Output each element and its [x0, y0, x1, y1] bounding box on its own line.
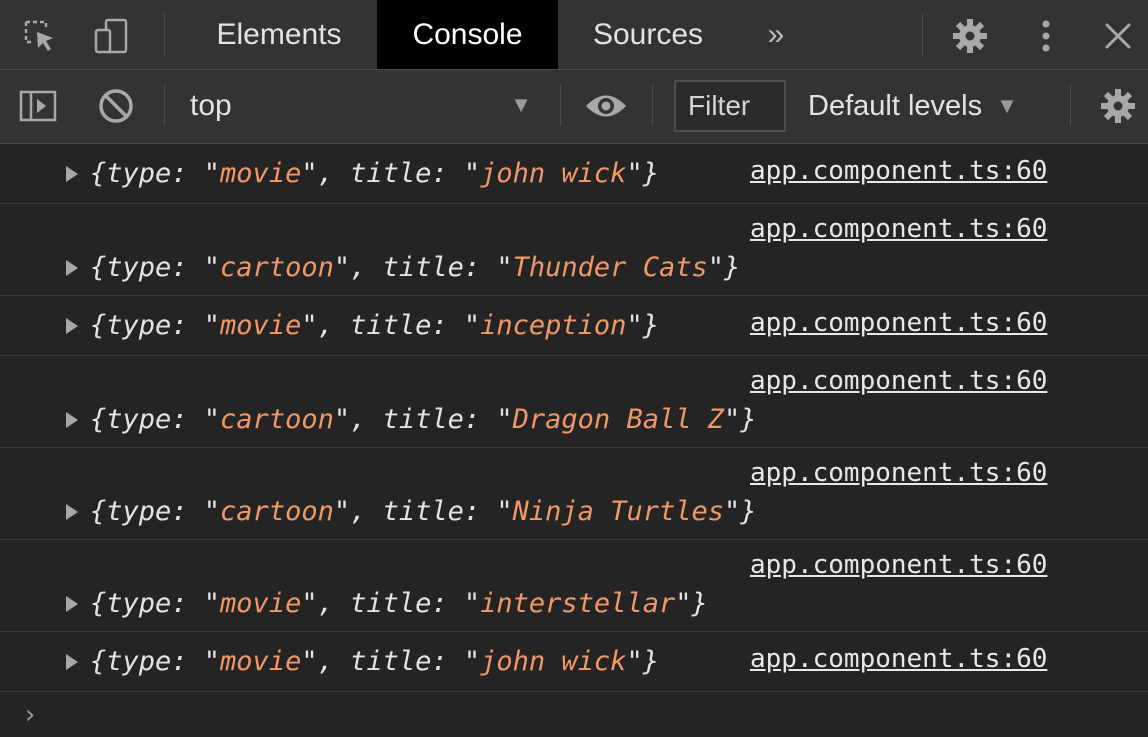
- object-title-value: Thunder Cats: [512, 252, 708, 283]
- object-title-value: inception: [480, 310, 627, 341]
- vertical-dots-icon[interactable]: [1024, 14, 1068, 58]
- chevron-down-icon: ▼: [996, 93, 1018, 118]
- console-prompt[interactable]: ›: [22, 700, 38, 730]
- object-type-value: movie: [220, 588, 302, 619]
- source-link[interactable]: app.component.ts:60: [750, 550, 1047, 580]
- object-punctuation: ", title: ": [333, 404, 513, 435]
- logged-object[interactable]: {type: " cartoon ", title: " Thunder Cats "}: [66, 252, 740, 283]
- logged-object[interactable]: {type: " cartoon ", title: " Ninja Turtles "…: [66, 496, 757, 527]
- object-title-value: john wick: [480, 158, 627, 189]
- tab-bar-divider: [164, 14, 165, 56]
- log-levels-label: Default levels: [808, 89, 983, 122]
- gear-icon[interactable]: [948, 14, 992, 58]
- toolbar-divider: [164, 84, 165, 126]
- object-title-value: Ninja Turtles: [512, 496, 724, 527]
- console-message[interactable]: {type: " movie ", title: " interstellar "} ap…: [0, 540, 1148, 632]
- tab-bar-divider: [922, 14, 923, 56]
- tab-elements[interactable]: Elements: [190, 0, 368, 69]
- devtools-window: Elements Console Sources » top ▼ Filter …: [0, 0, 1148, 737]
- filter-placeholder: Filter: [688, 90, 751, 121]
- devtools-tab-bar: Elements Console Sources »: [0, 0, 1148, 70]
- logged-object[interactable]: {type: " cartoon ", title: " Dragon Ball Z "…: [66, 404, 757, 435]
- console-message[interactable]: {type: " movie ", title: " inception "} app.c…: [0, 296, 1148, 356]
- clear-console-icon[interactable]: [94, 84, 138, 128]
- source-link[interactable]: app.component.ts:60: [750, 644, 1047, 674]
- object-type-value: cartoon: [220, 404, 334, 435]
- console-messages: {type: " movie ", title: " john wick "} app.c…: [0, 144, 1148, 692]
- object-punctuation: "}: [723, 404, 757, 435]
- object-punctuation: {type: ": [90, 310, 221, 341]
- expand-triangle-icon[interactable]: [66, 317, 78, 334]
- object-punctuation: {type: ": [90, 646, 221, 677]
- show-sidebar-icon[interactable]: [16, 84, 60, 128]
- object-punctuation: ", title: ": [301, 588, 481, 619]
- expand-triangle-icon[interactable]: [66, 259, 78, 276]
- console-message[interactable]: {type: " movie ", title: " john wick "} app.c…: [0, 632, 1148, 692]
- source-link[interactable]: app.component.ts:60: [750, 308, 1047, 338]
- inspect-element-icon[interactable]: [18, 14, 62, 58]
- toolbar-divider: [560, 84, 561, 126]
- object-punctuation: ", title: ": [301, 646, 481, 677]
- expand-triangle-icon[interactable]: [66, 595, 78, 612]
- chevron-down-icon: ▼: [510, 92, 532, 117]
- object-punctuation: ", title: ": [333, 252, 513, 283]
- tab-console[interactable]: Console: [377, 0, 558, 69]
- object-punctuation: {type: ": [90, 588, 221, 619]
- expand-triangle-icon[interactable]: [66, 653, 78, 670]
- object-punctuation: ", title: ": [301, 310, 481, 341]
- close-icon[interactable]: [1096, 14, 1140, 58]
- logged-object[interactable]: {type: " movie ", title: " inception "}: [66, 310, 659, 341]
- log-levels-dropdown[interactable]: Default levels ▼: [808, 84, 1018, 128]
- toolbar-divider: [652, 84, 653, 126]
- source-link[interactable]: app.component.ts:60: [750, 458, 1047, 488]
- console-message[interactable]: {type: " cartoon ", title: " Ninja Turtles "…: [0, 448, 1148, 540]
- console-message[interactable]: {type: " cartoon ", title: " Dragon Ball Z "…: [0, 356, 1148, 448]
- object-punctuation: ", title: ": [301, 158, 481, 189]
- object-type-value: movie: [220, 158, 302, 189]
- source-link[interactable]: app.component.ts:60: [750, 156, 1047, 186]
- object-type-value: cartoon: [220, 252, 334, 283]
- logged-object[interactable]: {type: " movie ", title: " john wick "}: [66, 646, 659, 677]
- filter-input[interactable]: Filter: [674, 80, 786, 132]
- expand-triangle-icon[interactable]: [66, 503, 78, 520]
- console-message[interactable]: {type: " cartoon ", title: " Thunder Cats "}…: [0, 204, 1148, 296]
- object-punctuation: ", title: ": [333, 496, 513, 527]
- tab-sources[interactable]: Sources: [572, 0, 724, 69]
- object-punctuation: "}: [626, 310, 659, 341]
- expand-triangle-icon[interactable]: [66, 411, 78, 428]
- object-punctuation: "}: [723, 496, 757, 527]
- eye-icon[interactable]: [584, 84, 628, 128]
- object-punctuation: {type: ": [90, 496, 221, 527]
- toolbar-divider: [1070, 84, 1071, 126]
- console-toolbar: top ▼ Filter Default levels ▼: [0, 70, 1148, 144]
- object-type-value: cartoon: [220, 496, 334, 527]
- object-title-value: interstellar: [480, 588, 676, 619]
- more-tabs-button[interactable]: »: [752, 0, 800, 69]
- object-type-value: movie: [220, 646, 302, 677]
- object-punctuation: "}: [626, 646, 659, 677]
- object-punctuation: "}: [675, 588, 708, 619]
- object-punctuation: {type: ": [90, 252, 221, 283]
- object-punctuation: "}: [707, 252, 741, 283]
- expand-triangle-icon[interactable]: [66, 165, 78, 182]
- console-settings-gear-icon[interactable]: [1096, 84, 1140, 128]
- object-punctuation: {type: ": [90, 404, 221, 435]
- object-punctuation: {type: ": [90, 158, 221, 189]
- object-title-value: Dragon Ball Z: [512, 404, 724, 435]
- logged-object[interactable]: {type: " movie ", title: " john wick "}: [66, 158, 659, 189]
- console-message[interactable]: {type: " movie ", title: " john wick "} app.c…: [0, 144, 1148, 204]
- device-toolbar-icon[interactable]: [90, 14, 134, 58]
- context-value: top: [190, 89, 232, 122]
- object-title-value: john wick: [480, 646, 627, 677]
- source-link[interactable]: app.component.ts:60: [750, 366, 1047, 396]
- context-selector[interactable]: top ▼: [190, 84, 540, 128]
- object-punctuation: "}: [626, 158, 659, 189]
- source-link[interactable]: app.component.ts:60: [750, 214, 1047, 244]
- object-type-value: movie: [220, 310, 302, 341]
- logged-object[interactable]: {type: " movie ", title: " interstellar "}: [66, 588, 708, 619]
